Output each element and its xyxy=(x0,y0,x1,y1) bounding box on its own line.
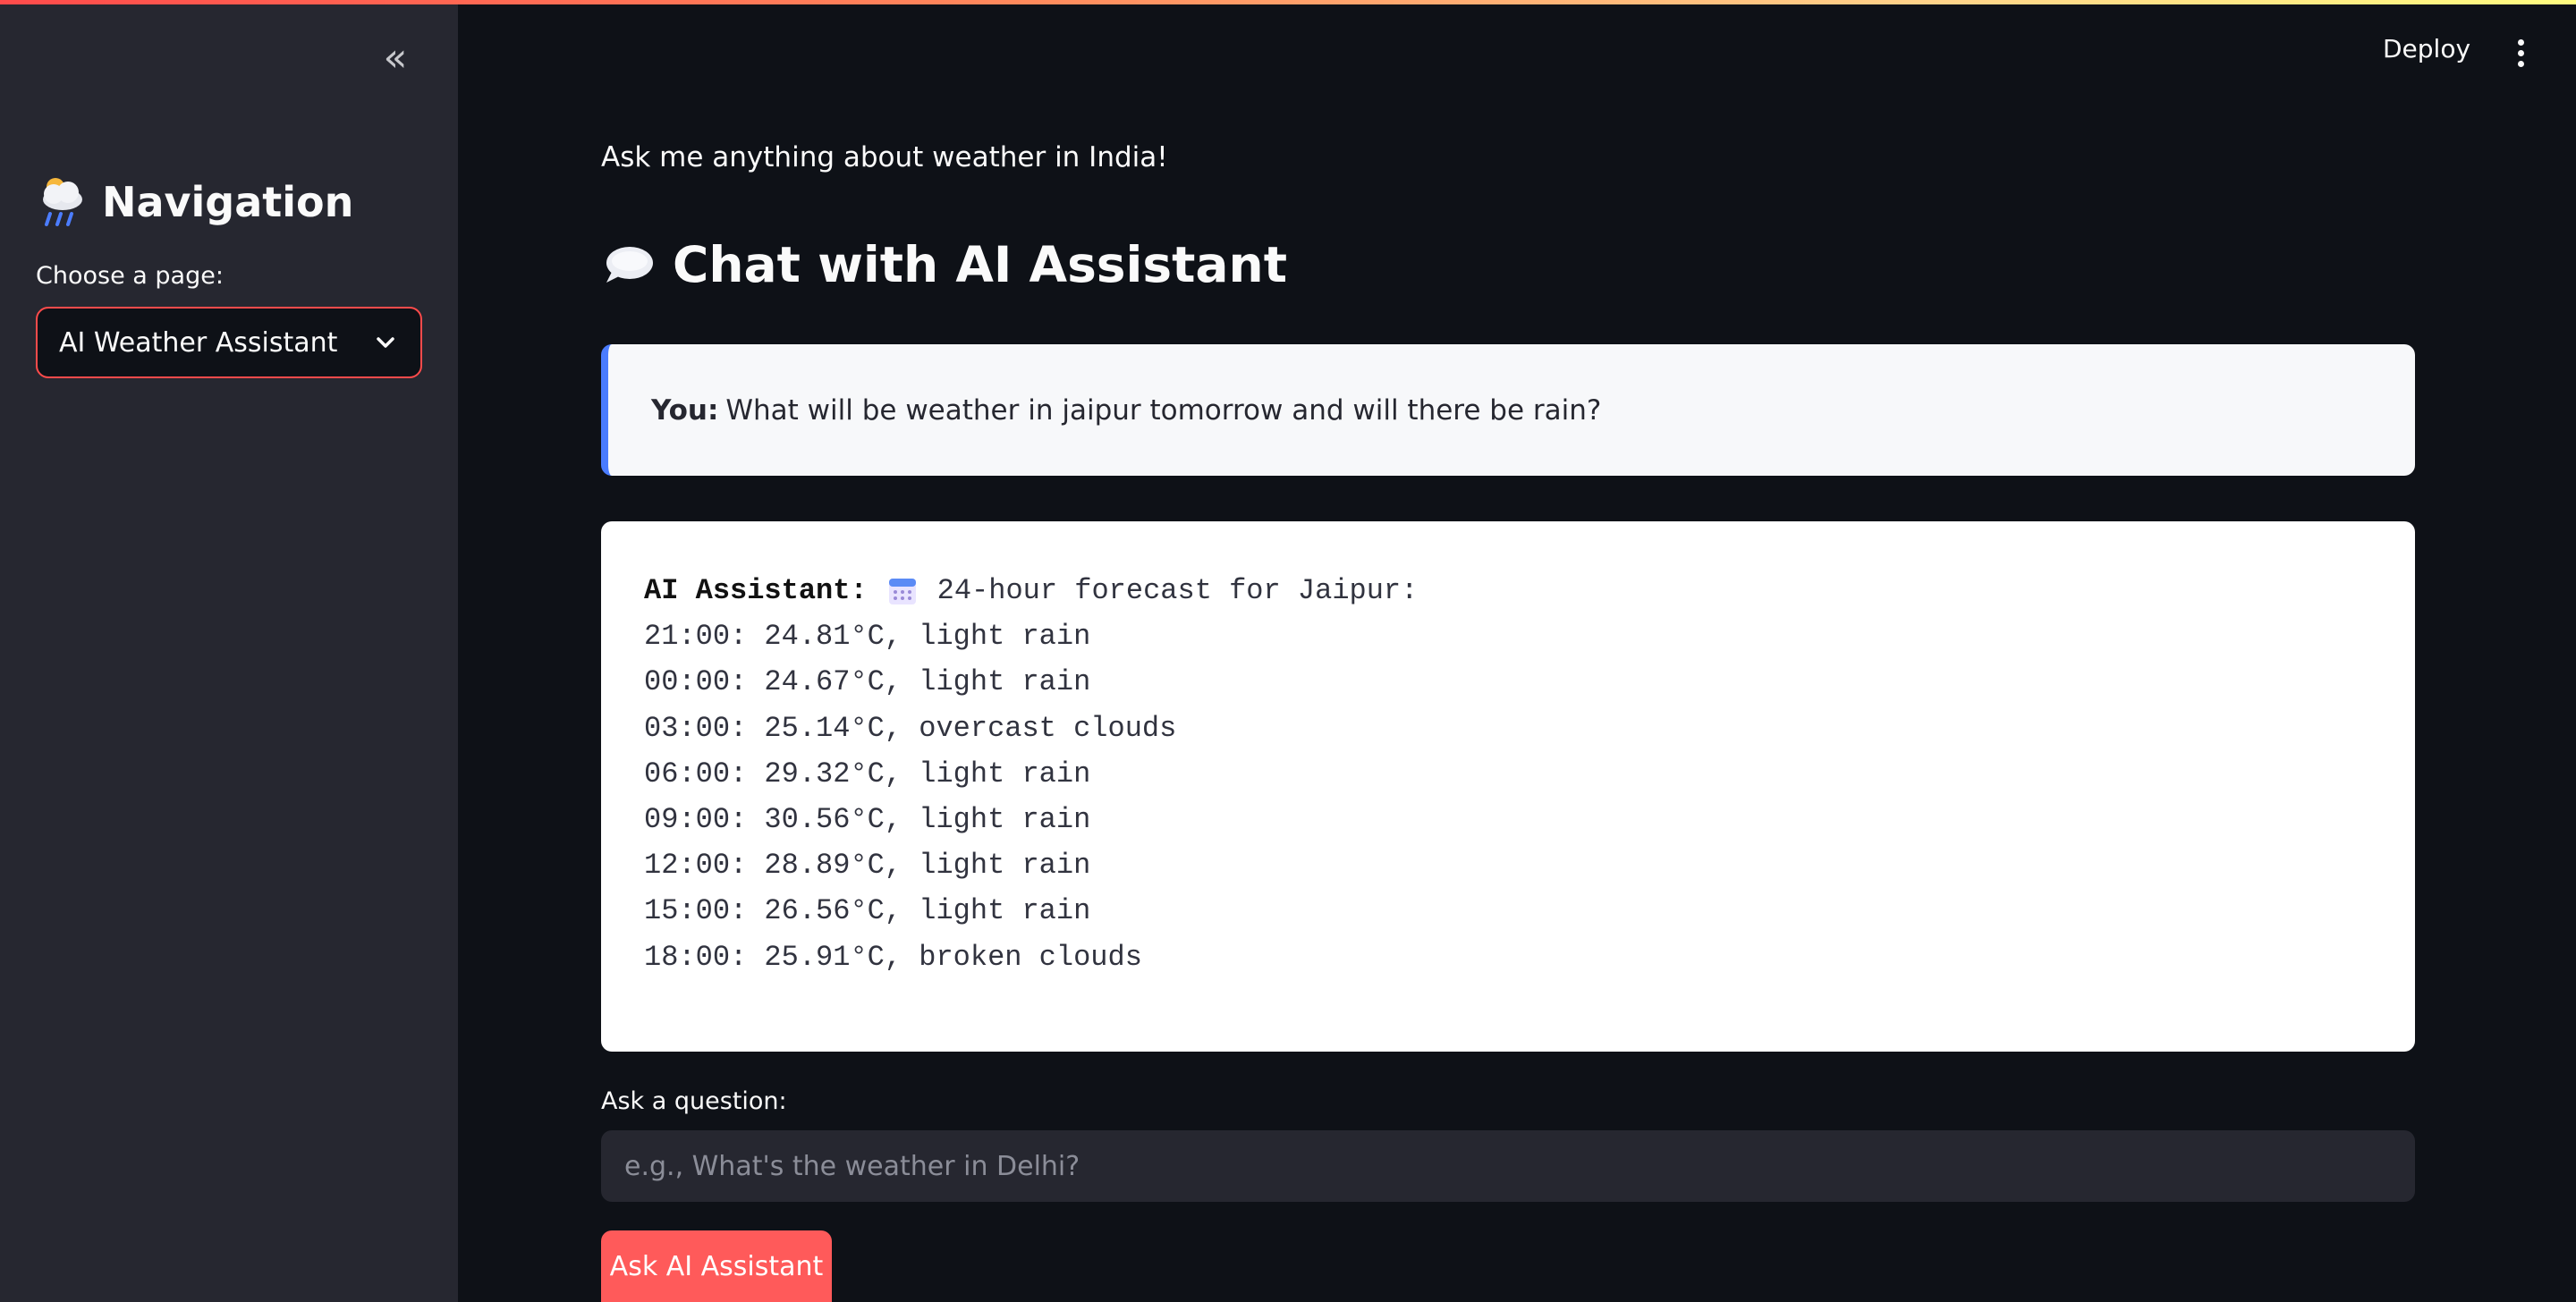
forecast-line: 00:00: 24.67°C, light rain xyxy=(644,665,1091,699)
page-select[interactable]: AI Weather Assistant xyxy=(36,307,422,378)
user-message: You: What will be weather in jaipur tomo… xyxy=(601,344,2415,476)
speech-bubble-icon xyxy=(606,247,653,283)
page-select-value: AI Weather Assistant xyxy=(59,326,338,359)
forecast-line: 09:00: 30.56°C, light rain xyxy=(644,802,1091,836)
cloud-rain-icon xyxy=(43,178,82,226)
calendar-icon xyxy=(888,578,916,604)
sidebar-heading-text: Navigation xyxy=(102,178,354,226)
question-input[interactable] xyxy=(601,1130,2415,1202)
chat-heading: Chat with AI Assistant xyxy=(601,229,1287,300)
forecast-line: 15:00: 26.56°C, light rain xyxy=(644,894,1091,928)
chevron-down-icon xyxy=(377,337,394,348)
ai-message-header: AI Assistant: 24-hour forecast for Jaipu… xyxy=(644,568,2372,613)
user-message-sender: You: xyxy=(651,393,719,427)
forecast-line: 03:00: 25.14°C, overcast clouds xyxy=(644,711,1177,745)
ai-message: AI Assistant: 24-hour forecast for Jaipu… xyxy=(601,521,2415,1052)
page-select-label: Choose a page: xyxy=(36,262,224,290)
question-label: Ask a question: xyxy=(601,1087,787,1115)
forecast-line: 21:00: 24.81°C, light rain xyxy=(644,620,1091,654)
user-message-text: What will be weather in jaipur tomorrow … xyxy=(725,393,1602,427)
chat-heading-text: Chat with AI Assistant xyxy=(673,236,1287,293)
collapse-sidebar-button[interactable]: « xyxy=(374,38,417,78)
sidebar-heading: Navigation xyxy=(36,171,353,233)
ai-message-title: 24-hour forecast for Jaipur: xyxy=(936,574,1419,607)
ask-ai-assistant-button[interactable]: Ask AI Assistant xyxy=(601,1230,832,1302)
intro-text: Ask me anything about weather in India! xyxy=(601,141,1168,173)
forecast-line: 06:00: 29.32°C, light rain xyxy=(644,757,1091,790)
ai-message-sender: AI Assistant: xyxy=(644,574,868,607)
deploy-button[interactable]: Deploy xyxy=(2383,34,2470,63)
forecast-line: 18:00: 25.91°C, broken clouds xyxy=(644,940,1142,974)
double-chevron-left-icon: « xyxy=(383,35,408,80)
kebab-menu-icon[interactable] xyxy=(2504,30,2537,75)
forecast-line: 12:00: 28.89°C, light rain xyxy=(644,849,1091,883)
sidebar: « Navigation Choose a page: AI Weather A… xyxy=(0,4,458,1302)
